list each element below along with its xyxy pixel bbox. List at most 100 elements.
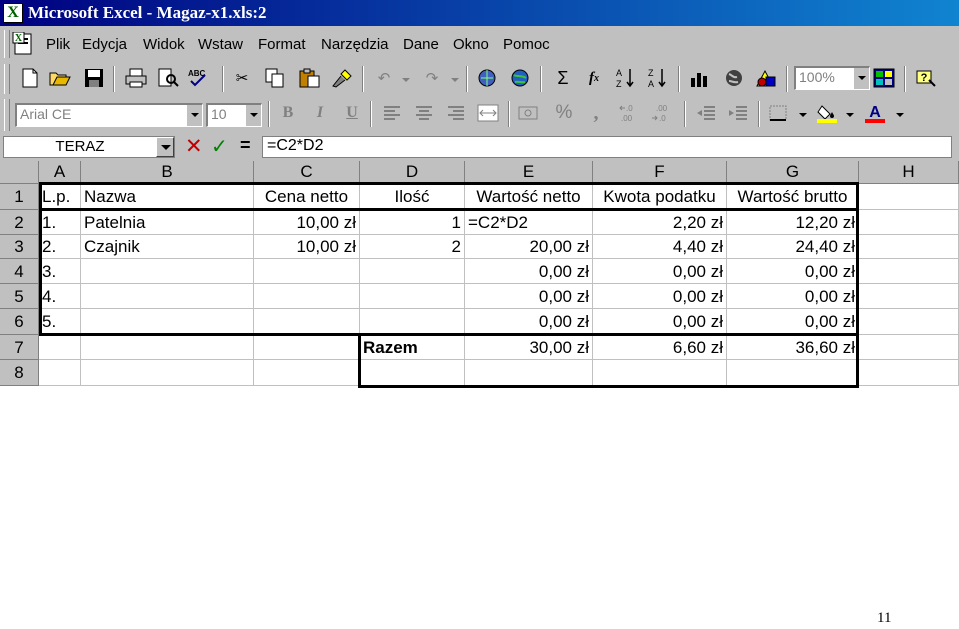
cell-g3[interactable]: 24,40 zł <box>727 235 859 259</box>
row-header-5[interactable]: 5 <box>0 284 39 309</box>
menu-widok[interactable]: Widok <box>143 36 185 53</box>
cell-f4[interactable]: 0,00 zł <box>593 259 727 284</box>
redo-icon[interactable]: ↷ <box>420 66 444 90</box>
cell-b7[interactable] <box>81 335 254 360</box>
cell-f3[interactable]: 4,40 zł <box>593 235 727 259</box>
cell-d8[interactable] <box>360 360 465 386</box>
cell-e8[interactable] <box>465 360 593 386</box>
menubar-handle[interactable] <box>4 30 10 58</box>
cell-d1[interactable]: Ilość <box>360 184 465 210</box>
column-header-b[interactable]: B <box>81 161 254 184</box>
cell-e1[interactable]: Wartość netto <box>465 184 593 210</box>
cell-g6[interactable]: 0,00 zł <box>727 309 859 335</box>
sort-ascending-icon[interactable]: AZ <box>614 66 638 90</box>
help-icon[interactable]: ? <box>914 66 938 90</box>
cell-f2[interactable]: 2,20 zł <box>593 210 727 235</box>
cell-e5[interactable]: 0,00 zł <box>465 284 593 309</box>
cell-c4[interactable] <box>254 259 360 284</box>
decrease-decimal-icon[interactable]: .00.0 <box>650 101 674 125</box>
cell-h1[interactable] <box>859 184 959 210</box>
cut-icon[interactable]: ✂ <box>230 66 254 90</box>
web-toolbar-icon[interactable] <box>508 66 532 90</box>
font-color-dropdown-arrow[interactable] <box>896 113 904 117</box>
print-icon[interactable] <box>124 66 148 90</box>
menu-narzedzia[interactable]: Narzędzia <box>321 36 389 53</box>
standard-toolbar-handle[interactable] <box>4 64 10 94</box>
cell-c6[interactable] <box>254 309 360 335</box>
spelling-icon[interactable]: ABC <box>186 66 210 90</box>
formatting-toolbar-handle[interactable] <box>4 99 10 131</box>
formula-input[interactable]: =C2*D2 <box>262 136 952 158</box>
cell-b8[interactable] <box>81 360 254 386</box>
align-right-icon[interactable] <box>444 101 468 125</box>
cell-d5[interactable] <box>360 284 465 309</box>
cell-c7[interactable] <box>254 335 360 360</box>
menu-dane[interactable]: Dane <box>403 36 439 53</box>
comma-style-button[interactable]: , <box>584 101 608 125</box>
align-left-icon[interactable] <box>380 101 404 125</box>
column-header-g[interactable]: G <box>727 161 859 184</box>
cancel-icon[interactable]: ✕ <box>185 134 203 158</box>
hyperlink-icon[interactable] <box>476 66 500 90</box>
print-preview-icon[interactable] <box>156 66 180 90</box>
cell-b3[interactable]: Czajnik <box>81 235 254 259</box>
cell-f5[interactable]: 0,00 zł <box>593 284 727 309</box>
increase-indent-icon[interactable] <box>726 101 750 125</box>
cell-a1[interactable]: L.p. <box>39 184 81 210</box>
borders-icon[interactable] <box>766 101 790 125</box>
cell-e2[interactable]: =C2*D2 <box>465 210 593 235</box>
cell-h4[interactable] <box>859 259 959 284</box>
font-name-dropdown-button[interactable] <box>186 105 202 126</box>
chart-wizard-icon[interactable] <box>688 66 712 90</box>
cell-a5[interactable]: 4. <box>39 284 81 309</box>
cell-c2[interactable]: 10,00 zł <box>254 210 360 235</box>
copy-icon[interactable] <box>263 66 287 90</box>
row-header-2[interactable]: 2 <box>0 210 39 235</box>
menu-pomoc[interactable]: Pomoc <box>503 36 550 53</box>
cell-a2[interactable]: 1. <box>39 210 81 235</box>
cell-c5[interactable] <box>254 284 360 309</box>
cell-b5[interactable] <box>81 284 254 309</box>
increase-decimal-icon[interactable]: .0.00 <box>618 101 642 125</box>
cell-e4[interactable]: 0,00 zł <box>465 259 593 284</box>
cell-e6[interactable]: 0,00 zł <box>465 309 593 335</box>
fill-color-dropdown-arrow[interactable] <box>846 113 854 117</box>
cell-g5[interactable]: 0,00 zł <box>727 284 859 309</box>
cell-f6[interactable]: 0,00 zł <box>593 309 727 335</box>
office-assistant-grid-icon[interactable] <box>872 66 896 90</box>
sort-descending-icon[interactable]: ZA <box>646 66 670 90</box>
cell-e3[interactable]: 20,00 zł <box>465 235 593 259</box>
cell-a8[interactable] <box>39 360 81 386</box>
save-icon[interactable] <box>82 66 106 90</box>
row-header-6[interactable]: 6 <box>0 309 39 335</box>
undo-dropdown-arrow[interactable] <box>402 78 410 82</box>
cell-c3[interactable]: 10,00 zł <box>254 235 360 259</box>
open-icon[interactable] <box>48 66 72 90</box>
title-bar[interactable]: X Microsoft Excel - Magaz-x1.xls:2 <box>0 0 959 26</box>
menu-plik[interactable]: Plik <box>46 36 70 53</box>
cell-b6[interactable] <box>81 309 254 335</box>
font-size-dropdown[interactable]: 10 <box>206 103 262 127</box>
fill-color-icon[interactable] <box>815 101 839 125</box>
worksheet-grid[interactable]: A B C D E F G H 1 L.p. Nazwa Cena netto Ilość Wartość… <box>0 161 959 398</box>
cell-a7[interactable] <box>39 335 81 360</box>
edit-formula-button[interactable]: = <box>240 135 251 156</box>
zoom-dropdown-button[interactable] <box>853 68 869 89</box>
menu-format[interactable]: Format <box>258 36 306 53</box>
cell-g4[interactable]: 0,00 zł <box>727 259 859 284</box>
italic-button[interactable]: I <box>308 101 332 125</box>
row-header-8[interactable]: 8 <box>0 360 39 386</box>
cell-a3[interactable]: 2. <box>39 235 81 259</box>
menu-okno[interactable]: Okno <box>453 36 489 53</box>
bold-button[interactable]: B <box>276 101 300 125</box>
column-header-d[interactable]: D <box>360 161 465 184</box>
decrease-indent-icon[interactable] <box>694 101 718 125</box>
paste-icon[interactable] <box>298 66 322 90</box>
row-header-3[interactable]: 3 <box>0 235 39 259</box>
redo-dropdown-arrow[interactable] <box>451 78 459 82</box>
cell-f7[interactable]: 6,60 zł <box>593 335 727 360</box>
menu-wstaw[interactable]: Wstaw <box>198 36 243 53</box>
align-center-icon[interactable] <box>412 101 436 125</box>
cell-f8[interactable] <box>593 360 727 386</box>
currency-style-icon[interactable] <box>516 101 540 125</box>
